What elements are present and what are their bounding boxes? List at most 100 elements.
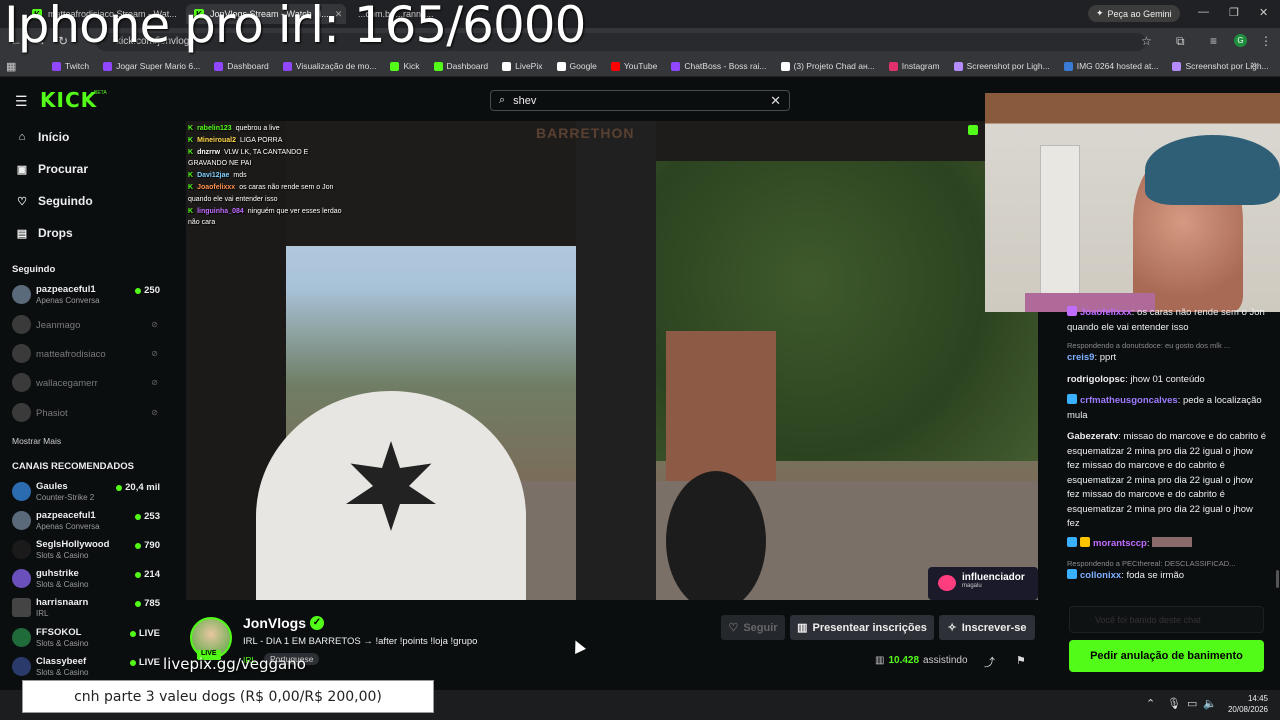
channel-category: Counter-Strike 2 xyxy=(36,493,95,502)
live-dot-icon xyxy=(135,571,142,578)
gift-subs-button[interactable]: ▥ Presentear inscrições xyxy=(790,615,934,640)
sidebar-channel-guhstrike[interactable]: guhstrike Slots & Casino 214 xyxy=(12,566,160,594)
window-close-icon[interactable]: ✕ xyxy=(1259,6,1268,19)
chatboss-icon xyxy=(671,61,681,71)
channel-name: guhstrike xyxy=(36,568,79,579)
bookmarks-bar: Twitch Jogar Super Mario 6... Dashboard Vis… xyxy=(0,56,1280,77)
menu-dots-icon[interactable]: ⋮ xyxy=(1260,34,1272,48)
unban-request-button[interactable]: Pedir anulação de banimento xyxy=(1069,640,1264,672)
network-icon[interactable]: ▭ xyxy=(1187,697,1197,710)
sidebar-channel-classybeef[interactable]: Classybeef Slots & Casino LIVE xyxy=(12,654,160,682)
kick-icon xyxy=(390,61,400,71)
channel-name: FFSOKOL xyxy=(36,627,82,638)
subscribe-button[interactable]: ✧ Inscrever-se xyxy=(939,615,1035,640)
report-icon[interactable]: ⚑ xyxy=(1016,654,1026,667)
bookmark-item[interactable]: (3) Projeto Chad ан... xyxy=(780,61,875,71)
avatar xyxy=(12,540,31,559)
chat-message: crfmatheusgoncalves: pede a localização … xyxy=(1067,394,1262,421)
donation-goal-overlay: cnh parte 3 valeu dogs (R$ 0,00/R$ 200,0… xyxy=(22,680,434,713)
minimize-icon[interactable]: — xyxy=(1198,6,1209,18)
avatar xyxy=(12,511,31,530)
sidebar-channel-seglshollywood[interactable]: SeglsHollywood Slots & Casino 790 xyxy=(12,537,160,565)
sidebar-channel-wallacegamerr[interactable]: wallacegamerr ⊘ xyxy=(12,370,160,398)
viewer-count: 250 xyxy=(135,285,160,296)
clear-search-icon[interactable]: ✕ xyxy=(770,93,781,109)
system-clock[interactable]: 14:45 20/08/2026 xyxy=(1220,693,1268,715)
avatar xyxy=(12,657,31,676)
sidebar-channel-phasiot[interactable]: Phasiot ⊘ xyxy=(12,400,160,428)
kick-badge-icon: K xyxy=(188,148,194,156)
webcam-overlay xyxy=(985,93,1280,312)
channel-name: pazpeaceful1 xyxy=(36,284,96,295)
bookmark-item[interactable]: Dashboard xyxy=(433,61,488,71)
bookmark-label: ChatBoss - Boss rai... xyxy=(684,61,767,71)
kick-badge-icon: K xyxy=(188,136,194,144)
nav-browse[interactable]: ▣ Procurar xyxy=(16,162,88,176)
bookmark-item[interactable]: Kick xyxy=(390,61,420,71)
kick-watermark-icon xyxy=(968,125,978,135)
kick-logo[interactable]: KICK xyxy=(40,88,97,112)
chat-message: Joaofelixxx: os caras não rende sem o Jo… xyxy=(1067,306,1265,333)
avatar xyxy=(12,628,31,647)
more-bookmarks-icon[interactable]: » xyxy=(1251,59,1257,71)
recommended-section-title: CANAIS RECOMENDADOS xyxy=(12,461,134,472)
sidebar-channel-ffsokol[interactable]: FFSOKOL Slots & Casino LIVE xyxy=(12,625,160,653)
bookmark-label: Visualização de mo... xyxy=(295,61,377,71)
show-more-link[interactable]: Mostrar Mais xyxy=(12,436,61,446)
avatar xyxy=(12,315,31,334)
sidebar-channel-pazpeaceful1[interactable]: pazpeaceful1 Apenas Conversa 250 xyxy=(12,282,160,310)
kick-icon xyxy=(433,61,443,71)
channel-name: matteafrodisiaco xyxy=(36,349,106,360)
bookmark-item[interactable]: Visualização de mo... xyxy=(282,61,377,71)
browse-icon: ▣ xyxy=(16,163,28,176)
sidebar-channel-pazpeaceful1-rec[interactable]: pazpeaceful1 Apenas Conversa 253 xyxy=(12,508,160,536)
extensions-icon[interactable]: ⧉ xyxy=(1176,34,1185,49)
bookmark-item[interactable]: YouTube xyxy=(610,61,657,71)
clock-date: 20/08/2026 xyxy=(1227,705,1268,714)
sidebar-channel-harrisnaarn[interactable]: harrisnaarn IRL 785 xyxy=(12,595,160,623)
viewer-count: 790 xyxy=(135,540,160,551)
bookmark-item[interactable]: ChatBoss - Boss rai... xyxy=(671,61,767,71)
viewer-count: ▥ 10.428 assistindo xyxy=(875,655,968,666)
bookmark-item[interactable]: Screenshot por Ligh... xyxy=(953,61,1050,71)
apps-grid-icon[interactable]: ▦ xyxy=(6,60,16,73)
gemini-button[interactable]: ✦ Peça ao Gemini xyxy=(1088,5,1180,22)
bookmark-item[interactable]: LivePix xyxy=(502,61,543,71)
bookmark-item[interactable]: IMG 0264 hosted at... xyxy=(1063,61,1158,71)
bookmark-item[interactable]: Google xyxy=(556,61,597,71)
maximize-icon[interactable]: ❐ xyxy=(1229,6,1239,19)
bookmark-item[interactable]: Jogar Super Mario 6... xyxy=(103,61,200,71)
profile-avatar[interactable]: G xyxy=(1234,34,1247,47)
kick-badge-icon xyxy=(1080,537,1090,547)
avatar xyxy=(12,403,31,422)
search-input[interactable] xyxy=(513,94,763,107)
nav-home[interactable]: ⌂ Início xyxy=(16,130,70,144)
channel-name: Jeanmago xyxy=(36,320,81,331)
avatar xyxy=(12,344,31,363)
bookmark-item[interactable]: Instagram xyxy=(888,61,940,71)
follow-button[interactable]: ♡ Seguir xyxy=(721,615,785,640)
webcam-door xyxy=(1040,145,1080,295)
streamer-name[interactable]: JonVlogs xyxy=(243,615,306,631)
sidebar-channel-matteafrodisiaco[interactable]: matteafrodisiaco ⊘ xyxy=(12,341,160,369)
microphone-icon[interactable]: 🎙 xyxy=(1167,697,1181,710)
chat-scrollbar[interactable] xyxy=(1276,570,1279,588)
search-box[interactable]: ⌕ ✕ xyxy=(490,90,790,111)
volume-icon[interactable]: 🔈 xyxy=(1203,697,1217,710)
channel-category: Apenas Conversa xyxy=(36,296,100,305)
sidebar-channel-jeanmago[interactable]: Jeanmago ⊘ xyxy=(12,312,160,340)
media-icon[interactable]: ≡ xyxy=(1210,34,1217,48)
search-icon: ⌕ xyxy=(499,94,506,106)
share-icon[interactable]: ⤴ xyxy=(984,654,995,670)
tray-chevron-icon[interactable]: ⌃ xyxy=(1146,697,1155,710)
bookmark-star-icon[interactable]: ☆ xyxy=(1141,34,1152,48)
video-scene-building xyxy=(666,331,776,491)
channel-name: harrisnaarn xyxy=(36,597,89,608)
hamburger-menu-icon[interactable]: ☰ xyxy=(15,93,28,110)
nav-drops[interactable]: ▤ Drops xyxy=(16,226,73,240)
live-status: LIVE xyxy=(129,657,160,668)
bookmark-item[interactable]: Dashboard xyxy=(214,61,269,71)
bookmark-item[interactable]: Twitch xyxy=(52,61,89,71)
nav-following[interactable]: ♡ Seguindo xyxy=(16,194,93,208)
sidebar-channel-gaules[interactable]: Gaules Counter-Strike 2 20,4 mil xyxy=(12,479,160,507)
